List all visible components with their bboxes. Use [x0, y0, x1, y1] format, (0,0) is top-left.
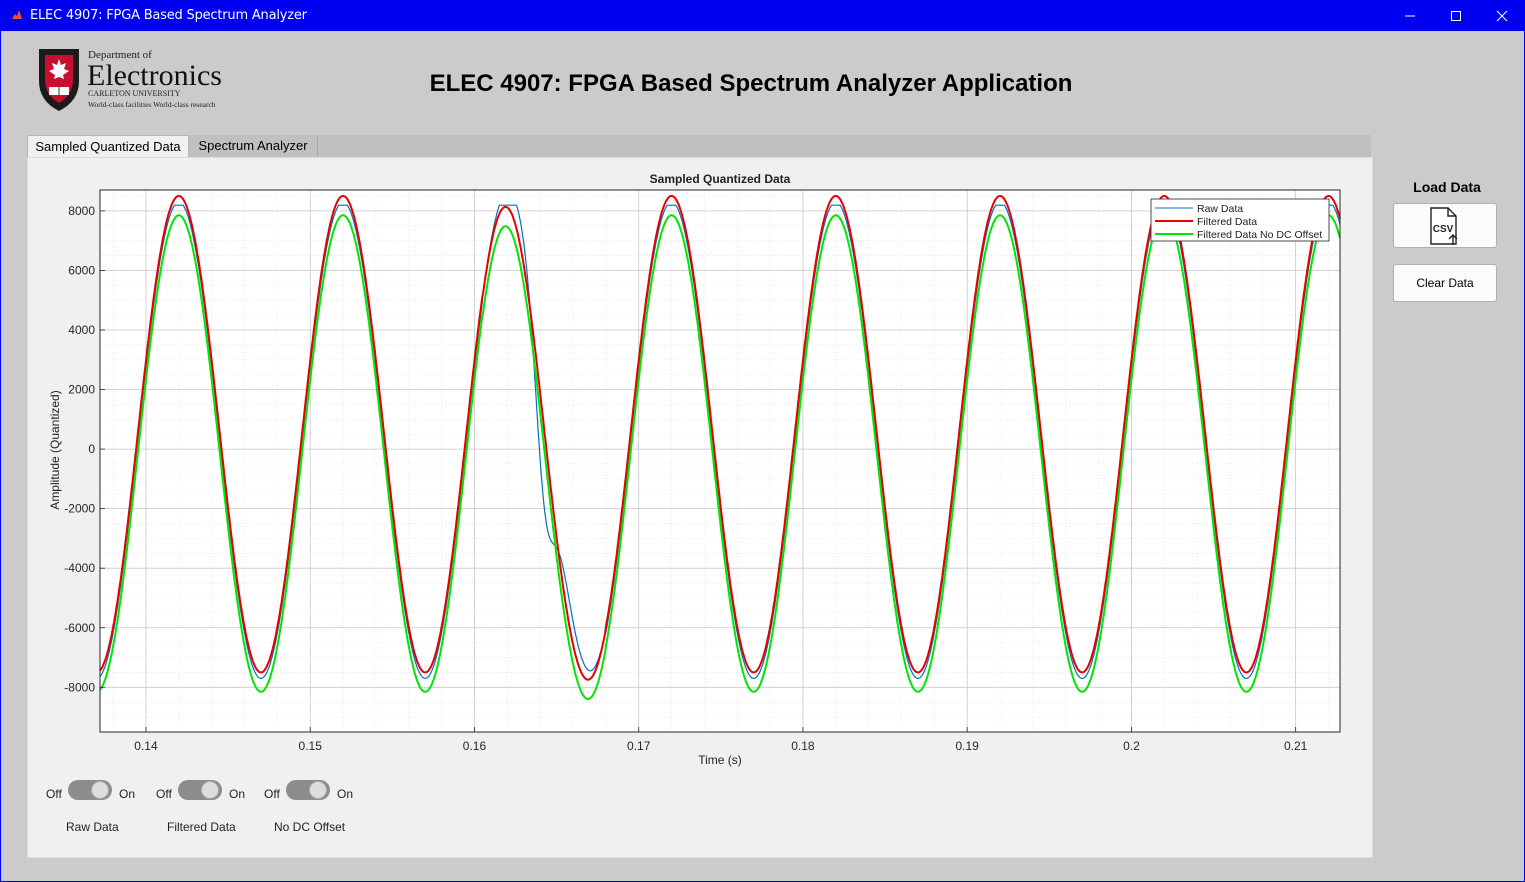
logo-line3: CARLETON UNIVERSITY — [88, 89, 181, 98]
no-dc-offset-switch[interactable] — [286, 780, 330, 800]
x-tick-label: 0.18 — [791, 739, 815, 753]
close-button[interactable] — [1479, 0, 1525, 31]
matlab-app-icon — [12, 10, 22, 19]
y-tick-label: -6000 — [64, 621, 95, 635]
filtered-toggle-on-label: On — [229, 787, 246, 801]
x-tick-label: 0.2 — [1123, 739, 1140, 753]
window-title: ELEC 4907: FPGA Based Spectrum Analyzer — [30, 8, 307, 23]
raw-data-label: Raw Data — [66, 820, 119, 834]
x-tick-label: 0.17 — [627, 739, 651, 753]
y-tick-label: 4000 — [68, 323, 95, 337]
close-icon — [1496, 10, 1508, 21]
maximize-icon — [1451, 10, 1461, 21]
app-title: ELEC 4907: FPGA Based Spectrum Analyzer … — [429, 70, 1073, 97]
chart-legend[interactable]: Raw Data Filtered Data Filtered Data No … — [1150, 198, 1330, 242]
raw-toggle-on-label: On — [119, 787, 136, 801]
csv-file-upload-icon: CSV — [1430, 206, 1458, 245]
filtered-data-toggle-group: Off On Filtered Data — [156, 778, 266, 838]
raw-data-switch[interactable] — [68, 780, 112, 800]
window-titlebar: ELEC 4907: FPGA Based Spectrum Analyzer — [0, 0, 1525, 31]
maximize-button[interactable] — [1433, 0, 1479, 31]
y-tick-label: 0 — [88, 442, 95, 456]
x-tick-label: 0.21 — [1284, 739, 1308, 753]
y-tick-label: 8000 — [68, 204, 95, 218]
y-tick-label: -2000 — [64, 502, 95, 516]
x-tick-label: 0.16 — [463, 739, 487, 753]
legend-raw-data: Raw Data — [1197, 203, 1243, 215]
y-axis-label: Amplitude (Quantized) — [48, 390, 62, 509]
window-body: Department of Electronics CARLETON UNIVE… — [1, 31, 1524, 881]
x-tick-label: 0.14 — [134, 739, 158, 753]
legend-filtered-data: Filtered Data — [1197, 216, 1257, 228]
y-tick-label: -8000 — [64, 680, 95, 694]
load-data-title: Load Data — [1413, 179, 1481, 195]
sampled-data-panel: 0.14 0.15 0.16 0.17 0.18 0.19 0.2 0.21 -8000 -600… — [27, 157, 1373, 858]
filtered-data-label: Filtered Data — [167, 820, 236, 834]
filtered-toggle-off-label: Off — [156, 787, 172, 801]
plot-grid — [100, 190, 1340, 733]
raw-toggle-off-label: Off — [46, 787, 62, 801]
x-tick-label: 0.19 — [955, 739, 979, 753]
minimize-icon — [1405, 15, 1415, 16]
chart-title: Sampled Quantized Data — [650, 172, 791, 186]
minimize-button[interactable] — [1387, 0, 1433, 31]
logo-line4: World-class facilities World-class resea… — [88, 100, 216, 109]
filtered-data-switch[interactable] — [178, 780, 222, 800]
x-tick-label: 0.15 — [299, 739, 323, 753]
nodc-toggle-off-label: Off — [264, 787, 280, 801]
sampled-quantized-data-plot[interactable]: 0.14 0.15 0.16 0.17 0.18 0.19 0.2 0.21 -8000 -600… — [28, 158, 1372, 768]
switch-knob — [201, 781, 219, 799]
logo-graphic: Department of Electronics CARLETON UNIVE… — [39, 49, 222, 111]
clear-data-button[interactable]: Clear Data — [1393, 264, 1497, 302]
x-axis-label: Time (s) — [698, 753, 742, 767]
y-tick-label: 6000 — [68, 263, 95, 277]
switch-knob — [309, 781, 327, 799]
tab-spectrum-analyzer[interactable]: Spectrum Analyzer — [189, 135, 318, 157]
switch-knob — [91, 781, 109, 799]
logo-line2: Electronics — [87, 59, 222, 92]
raw-data-toggle-group: Off On Raw Data — [46, 778, 156, 838]
no-dc-offset-label: No DC Offset — [274, 820, 346, 834]
y-tick-label: 2000 — [68, 383, 95, 397]
carleton-electronics-logo: Department of Electronics CARLETON UNIVE… — [35, 45, 255, 115]
plot-area — [100, 190, 1340, 732]
tab-bar: Sampled Quantized Data Spectrum Analyzer — [27, 135, 1371, 159]
nodc-toggle-on-label: On — [337, 787, 354, 801]
legend-no-dc-offset: Filtered Data No DC Offset — [1197, 229, 1322, 241]
csv-icon-text: CSV — [1433, 224, 1454, 235]
no-dc-offset-toggle-group: Off On No DC Offset — [264, 778, 374, 838]
y-tick-label: -4000 — [64, 561, 95, 575]
tab-sampled-quantized-data[interactable]: Sampled Quantized Data — [27, 135, 189, 159]
load-csv-button[interactable]: CSV — [1393, 203, 1497, 248]
